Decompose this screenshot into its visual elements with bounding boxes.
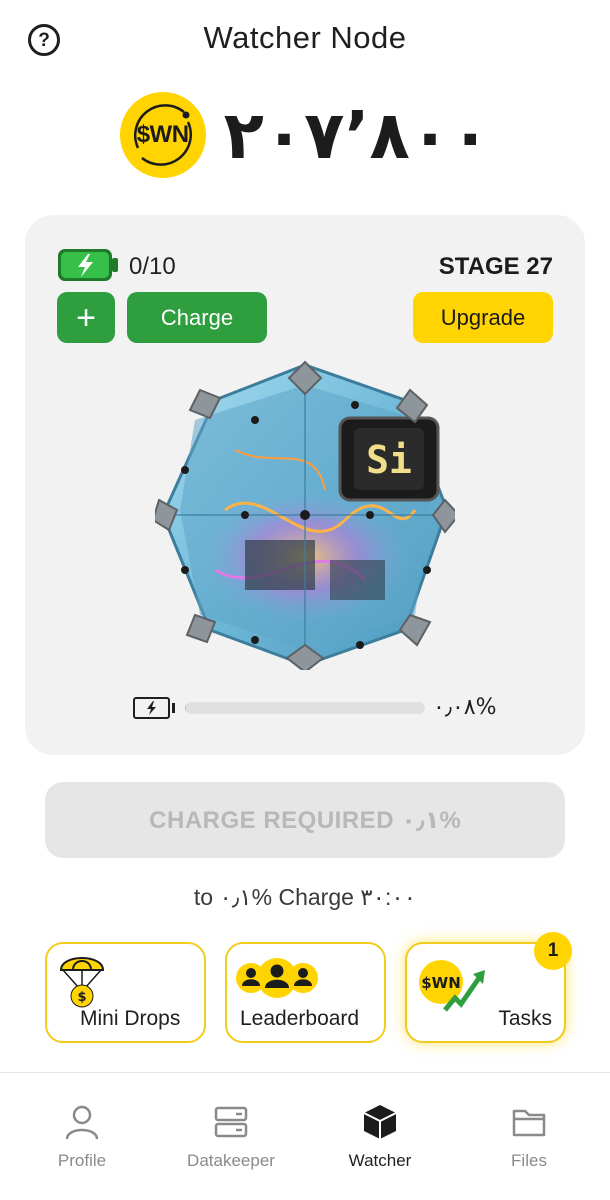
nav-item-watcher[interactable]: Watcher [320, 1103, 440, 1193]
parachute-coin-icon: $ [59, 957, 105, 1008]
add-charge-button[interactable]: + [57, 292, 115, 343]
mini-drops-label: Mini Drops [80, 1007, 181, 1030]
folder-icon [512, 1109, 546, 1137]
nav-label-watcher: Watcher [348, 1151, 412, 1170]
svg-text:$: $ [77, 990, 86, 1005]
nav-label-datakeeper: Datakeeper [187, 1151, 275, 1170]
charge-button[interactable]: Charge [127, 292, 267, 343]
bottom-nav: Profile Datakeeper Watcher Files [0, 1072, 610, 1200]
page-title: Watcher Node [203, 20, 407, 55]
server-icon [214, 1106, 248, 1138]
battery-charging-icon [58, 249, 118, 281]
progress-percent: ۰٫۰۸% [433, 695, 497, 720]
charge-progress: ۰٫۰۸% [133, 695, 497, 721]
app-root: ? Watcher Node $WN ۲۰۷٬۸۰۰ 0/10 STAGE 27… [0, 0, 610, 1200]
progress-track [185, 702, 425, 714]
charge-timer-text: to ۰٫۱% Charge ۳۰:۰۰ [193, 884, 417, 910]
tasks-label: Tasks [498, 1007, 552, 1030]
coin-ring-icon [133, 104, 192, 166]
svg-text:$WN: $WN [421, 974, 461, 992]
node-cube-image: Si [155, 360, 455, 670]
cube-icon [363, 1105, 397, 1139]
wn-coin-icon: $WN [119, 92, 206, 178]
node-screen-label: Si [366, 438, 412, 482]
stage-label: STAGE 27 [438, 253, 553, 280]
mini-drops-card[interactable]: $ Mini Drops [45, 942, 206, 1043]
balance: $WN ۲۰۷٬۸۰۰ [0, 90, 610, 180]
charge-required-button[interactable]: CHARGE REQUIRED ۰٫۱% [45, 782, 565, 858]
balance-value: ۲۰۷٬۸۰۰ [223, 96, 491, 174]
nav-item-profile[interactable]: Profile [22, 1103, 142, 1193]
leaderboard-label: Leaderboard [240, 1007, 360, 1030]
nav-label-files: Files [511, 1151, 547, 1170]
leaderboard-people-icon [236, 958, 318, 998]
node-card: 0/10 STAGE 27 + Charge Upgrade Si ۰٫۰۸% [25, 215, 585, 755]
nav-label-profile: Profile [57, 1151, 107, 1170]
header: ? Watcher Node [0, 0, 610, 80]
battery-outline-icon [133, 697, 175, 719]
upgrade-button[interactable]: Upgrade [413, 292, 553, 343]
wn-growth-icon: $WN [419, 960, 485, 1012]
nav-item-files[interactable]: Files [469, 1103, 589, 1193]
nav-item-datakeeper[interactable]: Datakeeper [171, 1103, 291, 1193]
person-icon [65, 1105, 99, 1140]
tasks-badge: 1 [534, 932, 572, 970]
charges-count: 0/10 [129, 253, 176, 280]
leaderboard-card[interactable]: Leaderboard [225, 942, 386, 1043]
tasks-card[interactable]: $WN Tasks 1 [405, 932, 572, 1043]
